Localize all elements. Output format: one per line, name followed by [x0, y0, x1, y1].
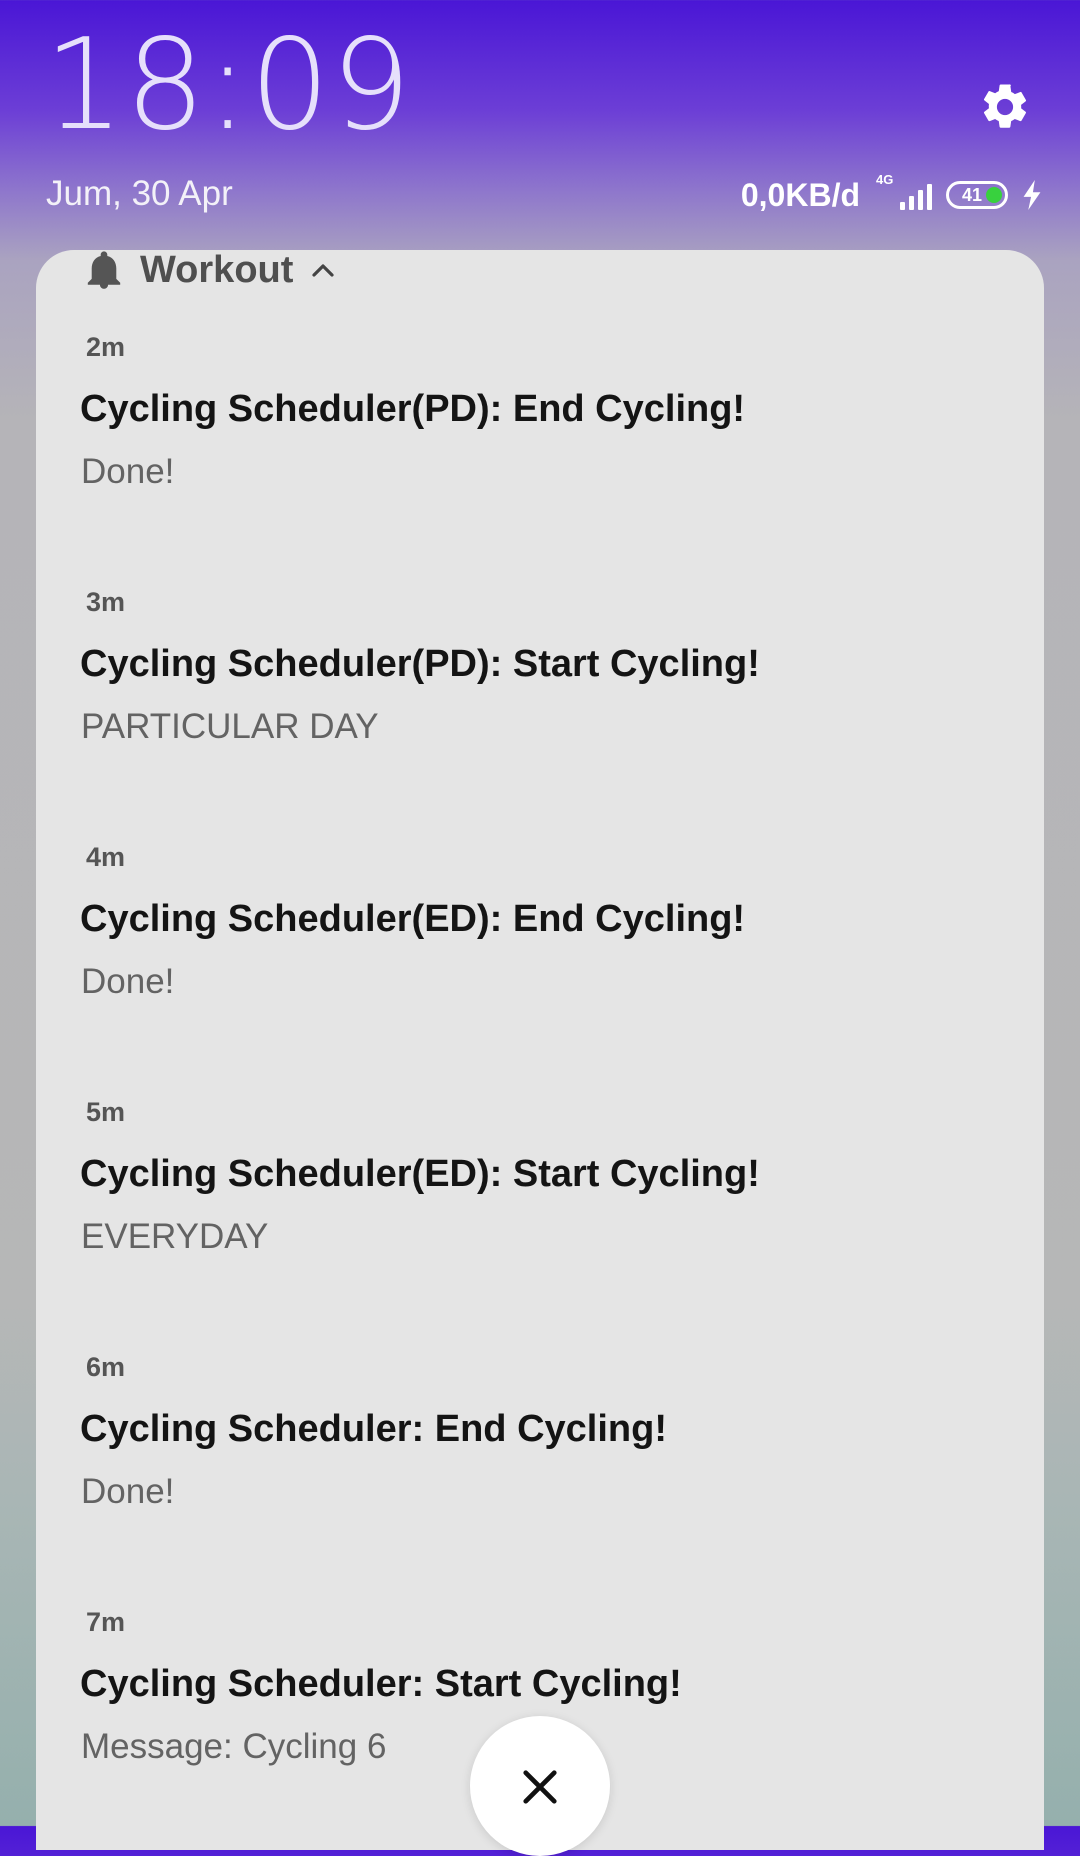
notification-time: 6m	[86, 1352, 126, 1382]
network-type: 4G	[876, 172, 894, 187]
gear-icon[interactable]	[978, 80, 1032, 134]
bell-icon	[87, 251, 121, 289]
battery-level: 41	[961, 184, 983, 205]
notification-item[interactable]: 6m Cycling Scheduler: End Cycling! Done!	[36, 1352, 1044, 1607]
notification-card[interactable]: Workout 2m Cycling Scheduler(PD): End Cy…	[36, 250, 1044, 1850]
notification-body: Done!	[81, 452, 175, 491]
notification-title: Cycling Scheduler(ED): Start Cycling!	[80, 1153, 760, 1195]
notification-time: 3m	[86, 587, 126, 617]
notification-body: Message: Cycling 6	[81, 1727, 387, 1766]
chevron-up-icon[interactable]	[311, 262, 335, 278]
lightning-icon	[1023, 180, 1041, 210]
clear-all-button[interactable]	[470, 1716, 610, 1856]
notification-body: PARTICULAR DAY	[81, 707, 379, 746]
status-indicators: 0,0KB/d 4G 41	[740, 172, 1042, 216]
notification-item[interactable]: 2m Cycling Scheduler(PD): End Cycling! D…	[36, 332, 1044, 587]
notification-time: 4m	[86, 842, 126, 872]
notification-title: Cycling Scheduler: Start Cycling!	[80, 1663, 682, 1705]
clock: 18:09	[44, 11, 413, 158]
notification-title: Cycling Scheduler(PD): Start Cycling!	[80, 643, 760, 685]
notification-title: Cycling Scheduler(PD): End Cycling!	[80, 388, 746, 430]
app-name: Workout	[140, 250, 294, 291]
signal-icon: 4G	[874, 172, 932, 212]
notification-item[interactable]: 3m Cycling Scheduler(PD): Start Cycling!…	[36, 587, 1044, 842]
notification-body: Done!	[81, 962, 175, 1001]
notification-title: Cycling Scheduler(ED): End Cycling!	[80, 898, 746, 940]
notification-item[interactable]: 5m Cycling Scheduler(ED): Start Cycling!…	[36, 1097, 1044, 1352]
battery-fill	[986, 187, 1002, 203]
network-speed: 0,0KB/d	[740, 176, 860, 213]
notification-body: Done!	[81, 1472, 175, 1511]
notification-title: Cycling Scheduler: End Cycling!	[80, 1408, 667, 1450]
notification-time: 2m	[86, 332, 126, 362]
notification-time: 5m	[86, 1097, 126, 1127]
notification-item[interactable]: 4m Cycling Scheduler(ED): End Cycling! D…	[36, 842, 1044, 1097]
notification-group-header[interactable]: Workout	[86, 250, 335, 291]
battery-icon: 41	[946, 181, 1008, 209]
close-icon	[523, 1770, 557, 1804]
notification-list: 2m Cycling Scheduler(PD): End Cycling! D…	[36, 332, 1044, 1850]
date: Jum, 30 Apr	[46, 174, 233, 213]
notification-time: 7m	[86, 1607, 126, 1637]
notification-body: EVERYDAY	[81, 1217, 269, 1256]
